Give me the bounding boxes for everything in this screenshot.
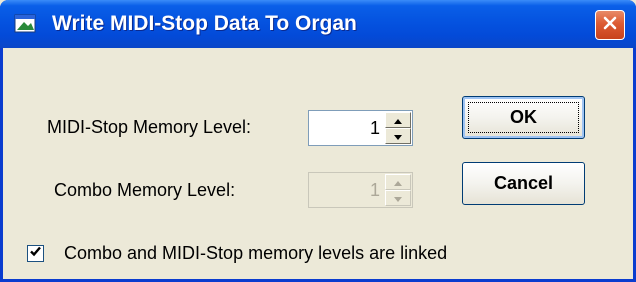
checkmark-icon [29,245,42,263]
combo-level-label: Combo Memory Level: [54,180,236,200]
midi-stop-level-value: 1 [369,118,380,138]
dialog-window: Write MIDI-Stop Data To Organ MIDI-Stop … [0,0,636,282]
midi-stop-level-down-button[interactable] [385,128,411,144]
combo-level-value: 1 [369,180,380,200]
focus-rectangle [468,102,579,133]
midi-stop-level-label: MIDI-Stop Memory Level: [47,117,252,137]
triangle-down-icon [394,127,402,145]
cancel-button[interactable]: Cancel [462,162,585,205]
cancel-button-label: Cancel [493,173,554,193]
midi-stop-level-up-button[interactable] [385,112,411,128]
linked-levels-checkbox[interactable] [27,245,44,262]
app-window-icon [14,14,36,33]
ok-button[interactable]: OK [462,96,585,139]
linked-levels-label[interactable]: Combo and MIDI-Stop memory levels are li… [64,243,447,264]
combo-level-down-button[interactable] [385,190,411,206]
close-button[interactable] [595,10,625,40]
title-bar[interactable]: Write MIDI-Stop Data To Organ [0,0,636,48]
close-icon [602,15,618,36]
dialog-title: Write MIDI-Stop Data To Organ [52,12,357,35]
midi-stop-level-stepper[interactable]: 1 [308,110,413,146]
combo-level-stepper[interactable]: 1 [308,172,413,208]
combo-level-up-button[interactable] [385,174,411,190]
triangle-down-icon [394,189,402,207]
